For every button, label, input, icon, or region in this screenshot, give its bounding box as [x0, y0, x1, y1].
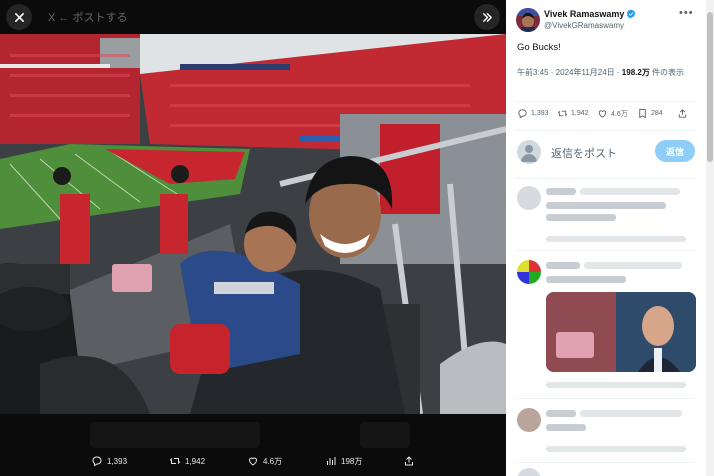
retweet-button[interactable]: 1,942	[557, 108, 589, 119]
reply-composer: 返信をポスト 返信	[517, 138, 695, 166]
blurred-name	[546, 262, 580, 269]
retweet-icon	[170, 458, 180, 464]
blurred-handle	[580, 188, 680, 195]
blurred-text	[546, 424, 586, 431]
share-icon	[405, 456, 413, 466]
tweet-detail-panel: Vivek Ramaswamy @VivekGRamaswamy ••• Go …	[506, 0, 706, 476]
reply-button[interactable]: 1,393	[517, 108, 549, 119]
author-avatar-image	[516, 8, 540, 32]
viewer-top-bar: X ← ポストする	[0, 0, 506, 34]
tweet-text: Go Bucks!	[517, 42, 561, 53]
avatar	[517, 186, 541, 210]
author-handle[interactable]: @VivekGRamaswamy	[544, 21, 624, 30]
avatar	[517, 260, 541, 284]
default-user-icon	[521, 145, 537, 162]
divider	[517, 250, 695, 251]
scrollbar[interactable]	[706, 0, 714, 476]
viewer-retweet-count: 1,942	[185, 456, 206, 466]
avatar	[517, 408, 541, 432]
blurred-handle	[580, 410, 682, 417]
reply-media-image	[546, 292, 696, 372]
share-button[interactable]	[677, 108, 688, 119]
tweet-view-suffix: 件の表示	[649, 68, 685, 77]
blurred-handle	[584, 262, 682, 269]
avatar	[517, 468, 541, 476]
author-name-row[interactable]: Vivek Ramaswamy	[544, 9, 636, 19]
share-icon	[678, 109, 687, 118]
blurred-text	[546, 214, 616, 221]
verified-badge-icon	[627, 9, 636, 19]
viewer-action-bar: 1,393 1,942 4.6万 198万	[0, 449, 506, 473]
viewer-like-count: 4.6万	[263, 456, 283, 466]
retweet-count: 1,942	[571, 110, 589, 117]
scrollbar-thumb[interactable]	[707, 12, 713, 162]
bookmark-button[interactable]: 284	[637, 108, 663, 119]
viewer-views-button[interactable]: 198万	[325, 455, 362, 467]
more-options-button[interactable]: •••	[679, 7, 694, 19]
author-avatar[interactable]	[516, 8, 540, 32]
viewer-reply-count: 1,393	[107, 456, 128, 466]
reply-input[interactable]: 返信をポスト	[551, 145, 617, 161]
blurred-name	[546, 410, 576, 417]
blurred-actions	[546, 382, 686, 388]
reply-icon	[518, 109, 527, 119]
tweet-photo[interactable]	[0, 34, 506, 414]
chevron-double-right-icon	[482, 12, 492, 22]
close-icon	[14, 12, 24, 22]
more-dots-icon: •••	[679, 7, 694, 19]
blurred-text	[546, 276, 626, 283]
close-button[interactable]	[6, 4, 32, 30]
viewer-view-count: 198万	[341, 456, 363, 466]
views-icon	[327, 457, 336, 465]
author-name: Vivek Ramaswamy	[544, 9, 625, 19]
like-count: 4.6万	[611, 110, 628, 118]
like-button[interactable]: 4.6万	[597, 108, 628, 119]
heart-icon	[248, 457, 258, 466]
blurred-caption	[90, 422, 260, 448]
blurred-actions	[546, 236, 686, 242]
current-user-avatar	[517, 140, 541, 164]
blurred-actions	[546, 446, 686, 452]
viewer-header-text: X ← ポストする	[48, 12, 128, 24]
tweet-timestamp[interactable]: 午前3:45 · 2024年11月24日 ·	[517, 68, 622, 77]
viewer-share-button[interactable]	[403, 455, 415, 467]
viewer-like-button[interactable]: 4.6万	[247, 455, 282, 467]
viewer-retweet-button[interactable]: 1,942	[169, 455, 205, 467]
expand-panel-button[interactable]	[474, 4, 500, 30]
media-viewer: X ← ポストする 1,393 1,942 4.6万 198万	[0, 0, 506, 476]
tweet-meta: 午前3:45 · 2024年11月24日 · 198.2万 件の表示	[517, 66, 693, 79]
blurred-button	[360, 422, 410, 448]
reply-submit-button[interactable]: 返信	[655, 140, 695, 162]
reply-media-thumbnail[interactable]	[546, 292, 696, 372]
viewer-reply-button[interactable]: 1,393	[91, 455, 127, 467]
stadium-scene-illustration	[0, 34, 506, 414]
blurred-name	[546, 188, 576, 195]
tweet-stats-bar: 1,393 1,942 4.6万 284	[517, 108, 693, 124]
divider	[517, 130, 695, 131]
blurred-text	[546, 202, 666, 209]
reply-count: 1,393	[531, 110, 549, 117]
bookmark-count: 284	[651, 110, 663, 117]
retweet-icon	[557, 110, 568, 117]
divider	[517, 178, 695, 179]
divider	[517, 101, 695, 102]
heart-icon	[598, 110, 607, 118]
bookmark-icon	[639, 108, 646, 119]
tweet-view-total: 198.2万	[621, 68, 650, 77]
reply-icon	[92, 456, 102, 467]
divider	[517, 398, 695, 399]
divider	[517, 462, 695, 463]
